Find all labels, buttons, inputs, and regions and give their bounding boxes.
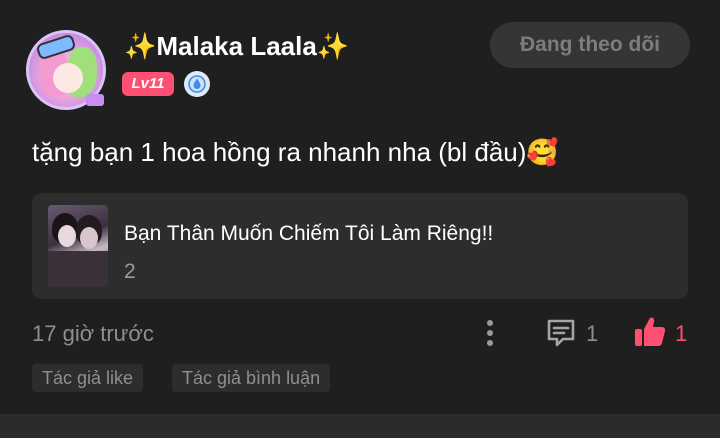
avatar-face: [53, 63, 83, 93]
level-badge: Lv11: [122, 72, 174, 96]
story-cover-image: [48, 205, 108, 287]
comment-text: tặng bạn 1 hoa hồng ra nhanh nha (bl đầu…: [32, 137, 559, 167]
comment-count: 1: [586, 321, 599, 346]
author-commented-tag: Tác giả bình luận: [172, 364, 331, 392]
story-link-card[interactable]: Bạn Thân Muốn Chiếm Tôi Làm Riêng!! 2: [32, 193, 688, 299]
comment-card: ✨Malaka Laala✨ Lv11 Đang theo dõi tặng b…: [0, 0, 720, 414]
following-button[interactable]: Đang theo dõi: [490, 22, 690, 68]
like-count: 1: [675, 321, 688, 346]
thumbs-up-icon[interactable]: [632, 314, 668, 350]
cover-body: [48, 251, 108, 287]
sparkle-icon-left: ✨: [124, 31, 157, 61]
divider-strip: [0, 414, 720, 438]
more-vertical-icon[interactable]: [478, 318, 502, 350]
avatar-frame-badge: [86, 94, 104, 106]
story-title: Bạn Thân Muốn Chiếm Tôi Làm Riêng!!: [124, 222, 494, 245]
author-liked-tag: Tác giả like: [32, 364, 144, 392]
cover-face-1: [58, 225, 76, 247]
sparkle-icon-right: ✨: [316, 31, 350, 61]
username-text: Malaka Laala: [156, 31, 317, 61]
comment-icon[interactable]: [544, 316, 578, 350]
cover-face-2: [80, 227, 98, 249]
story-chapter-count: 2: [124, 260, 136, 283]
verified-badge-icon: [184, 71, 210, 97]
username[interactable]: ✨Malaka Laala✨: [124, 30, 349, 62]
drop-icon: [188, 75, 206, 93]
comment-timestamp: 17 giờ trước: [32, 321, 154, 346]
